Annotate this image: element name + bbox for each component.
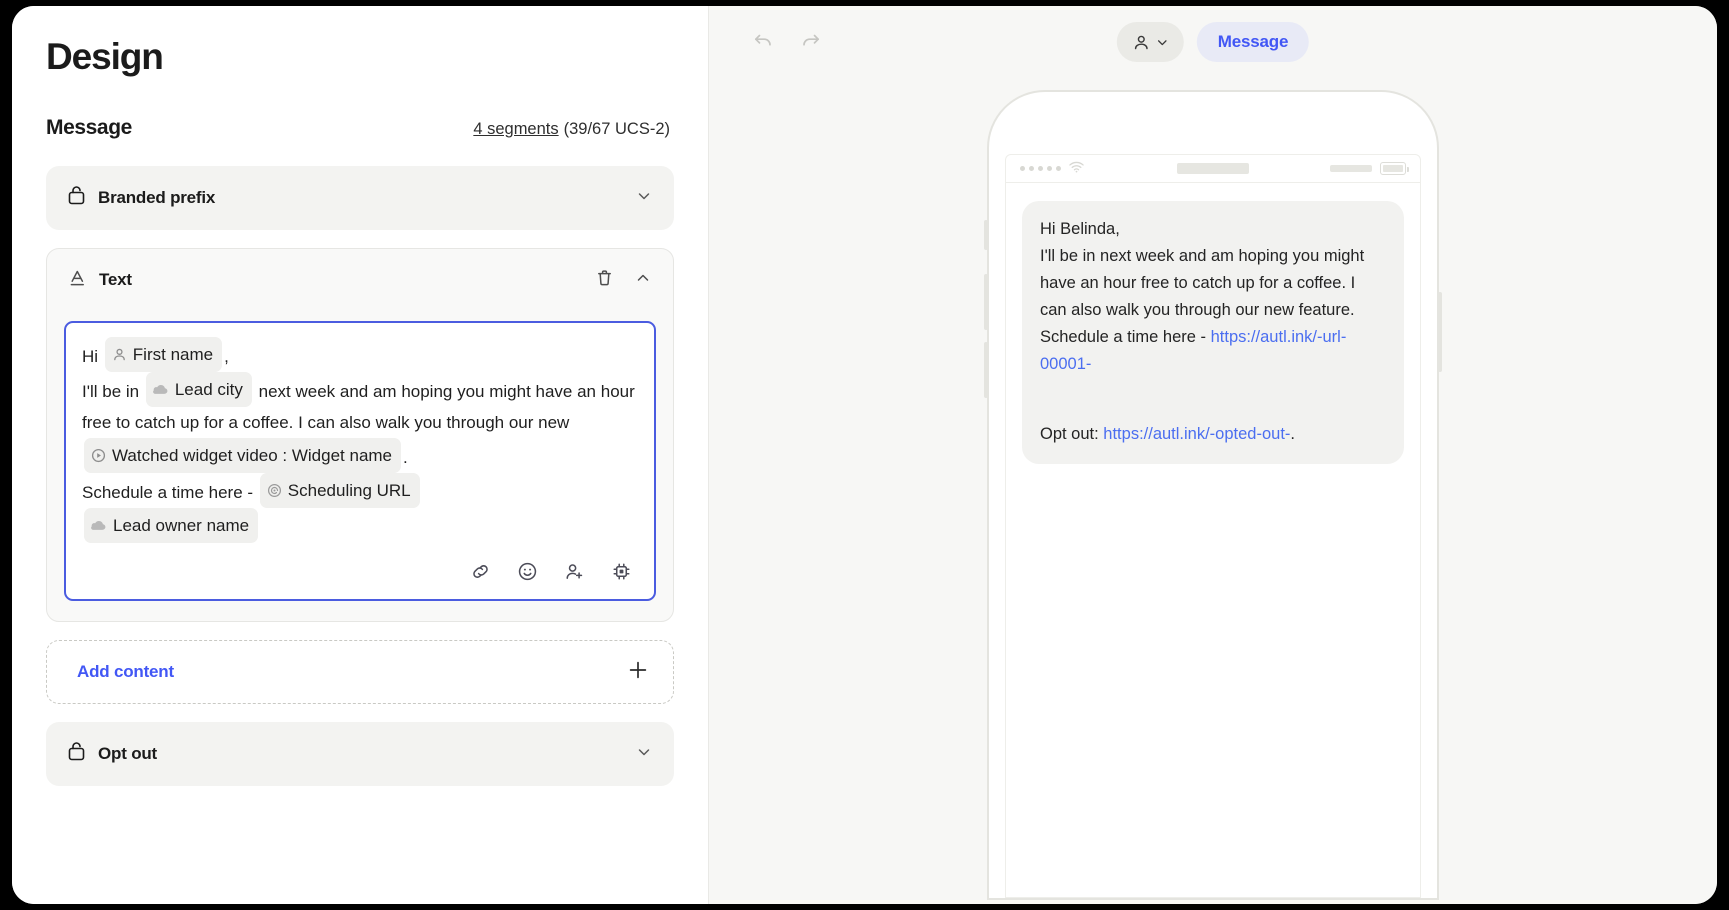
opt-out-url-link[interactable]: https://autl.ink/-opted-out- <box>1103 425 1290 443</box>
battery-icon <box>1380 162 1409 175</box>
page-title: Design <box>46 36 164 77</box>
editor-text-run: . <box>403 448 408 467</box>
message-text-editor[interactable]: Hi First name , I'll be in Lead city nex… <box>64 321 656 601</box>
segment-info: 4 segments (39/67 UCS-2) <box>473 120 670 139</box>
opt-out-label: Opt out <box>98 744 158 763</box>
plus-icon <box>627 659 649 686</box>
phone-status-bar <box>1006 155 1420 183</box>
trash-icon[interactable] <box>596 269 613 292</box>
chip-label: Lead owner name <box>113 516 250 535</box>
status-bar-right-group <box>1330 162 1409 175</box>
wifi-icon <box>1069 160 1084 178</box>
phone-volume-down-button <box>984 342 988 398</box>
persona-selector[interactable] <box>1116 22 1184 62</box>
text-content-card: Text Hi First name , I'll be in Lead cit… <box>46 248 674 622</box>
message-greeting: Hi Belinda, <box>1040 220 1120 238</box>
branded-prefix-block[interactable]: Branded prefix <box>46 166 674 230</box>
preview-panel: Message Hi Belinda, I'll be in next week… <box>709 6 1717 904</box>
chevron-down-icon[interactable] <box>636 188 652 209</box>
editor-text-run: Hi <box>82 347 99 366</box>
phone-volume-up-button <box>984 274 988 330</box>
lock-icon <box>68 186 85 210</box>
lock-icon <box>68 742 85 766</box>
add-content-label: Add content <box>77 662 174 681</box>
add-content-button[interactable]: Add content <box>46 640 674 704</box>
emoji-icon[interactable] <box>517 561 538 587</box>
editor-text-run: I'll be in <box>82 382 140 401</box>
message-heading: Message <box>46 116 132 139</box>
conversation-area: Hi Belinda, I'll be in next week and am … <box>1006 183 1420 464</box>
link-icon[interactable] <box>470 561 491 587</box>
merge-chip-first-name[interactable]: First name <box>104 337 223 372</box>
opt-out-period: . <box>1290 425 1295 443</box>
merge-chip-lead-owner-name[interactable]: Lead owner name <box>84 508 259 543</box>
person-icon <box>113 348 125 361</box>
cloud-icon <box>91 520 106 530</box>
branded-prefix-label: Branded prefix <box>98 188 216 207</box>
person-add-icon[interactable] <box>564 561 585 587</box>
preview-mode-controls: Message <box>1116 22 1310 62</box>
opt-out-label: Opt out: <box>1040 425 1099 443</box>
editor-text-run: Schedule a time here - <box>82 483 254 502</box>
segments-detail: (39/67 UCS-2) <box>563 120 670 138</box>
carrier-placeholder <box>1330 165 1372 172</box>
phone-screen: Hi Belinda, I'll be in next week and am … <box>1005 154 1421 898</box>
phone-mute-button <box>984 220 988 250</box>
preview-toolbar: Message <box>709 6 1717 78</box>
chevron-up-icon[interactable] <box>635 270 651 291</box>
chevron-down-icon[interactable] <box>636 744 652 765</box>
tab-message[interactable]: Message <box>1196 22 1310 62</box>
design-editor-panel: Design Message 4 segments (39/67 UCS-2) B… <box>12 6 709 904</box>
spiral-target-icon <box>267 483 281 498</box>
undo-redo-group <box>751 28 823 57</box>
merge-chip-watched-widget-video[interactable]: Watched widget video : Widget name <box>84 438 402 473</box>
phone-power-button <box>1438 292 1442 372</box>
message-section-header: Message 4 segments (39/67 UCS-2) <box>46 116 674 140</box>
text-card-body: Hi First name , I'll be in Lead city nex… <box>47 311 673 621</box>
editor-content[interactable]: Hi First name , I'll be in Lead city nex… <box>82 337 638 543</box>
chip-ai-icon[interactable] <box>611 561 632 587</box>
merge-chip-lead-city[interactable]: Lead city <box>145 372 252 407</box>
chip-label: First name <box>132 345 214 364</box>
chip-label: Scheduling URL <box>287 481 411 500</box>
undo-icon[interactable] <box>751 28 775 57</box>
editor-text-run: , <box>224 347 229 366</box>
redo-icon[interactable] <box>799 28 823 57</box>
text-card-header[interactable]: Text <box>47 249 673 311</box>
signal-dots-icon <box>1020 166 1061 171</box>
opt-out-block[interactable]: Opt out <box>46 722 674 786</box>
message-bubble: Hi Belinda, I'll be in next week and am … <box>1022 201 1404 464</box>
person-icon <box>1134 35 1148 49</box>
cloud-icon <box>152 384 168 394</box>
message-bubble-text: Hi Belinda, I'll be in next week and am … <box>1040 216 1386 448</box>
chip-label: Watched widget video : Widget name <box>112 446 393 465</box>
phone-preview-frame: Hi Belinda, I'll be in next week and am … <box>984 90 1442 900</box>
text-card-label: Text <box>99 270 132 289</box>
editor-toolbar <box>82 543 638 589</box>
chip-label: Lead city <box>174 380 243 399</box>
merge-chip-scheduling-url[interactable]: Scheduling URL <box>259 473 420 508</box>
text-format-icon <box>69 269 86 292</box>
app-window: Design Message 4 segments (39/67 UCS-2) B… <box>12 6 1717 904</box>
segments-count-link[interactable]: 4 segments <box>473 120 558 138</box>
chevron-down-icon <box>1157 39 1167 45</box>
status-bar-time-placeholder <box>1177 163 1249 174</box>
play-circle-icon <box>91 448 106 463</box>
opt-out-line: Opt out: https://autl.ink/-opted-out-. <box>1040 421 1386 448</box>
